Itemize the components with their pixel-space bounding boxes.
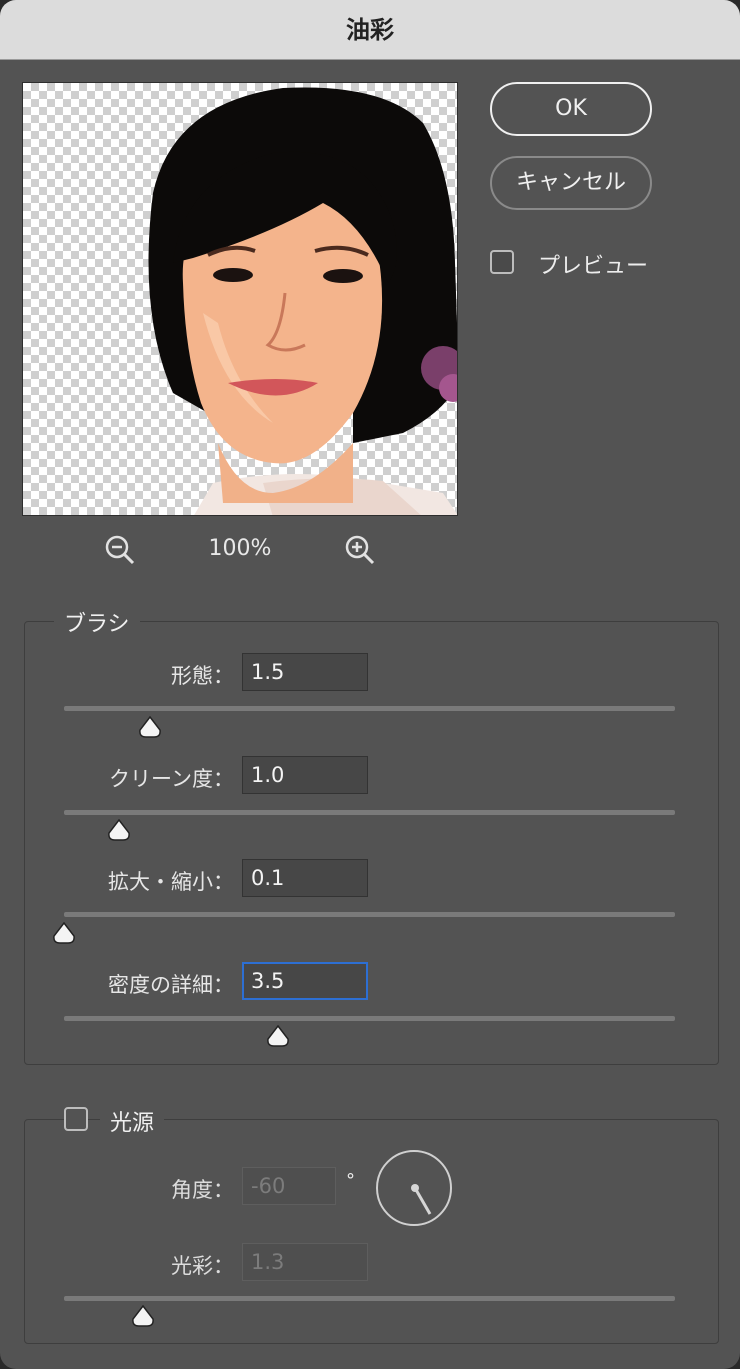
lighting-group bbox=[24, 1119, 719, 1344]
angle-dial-indicator-icon bbox=[411, 1184, 432, 1215]
scale-slider-track[interactable] bbox=[64, 912, 675, 917]
preview-label: プレビュー bbox=[538, 254, 649, 279]
stylization-slider-thumb[interactable] bbox=[138, 716, 162, 738]
angle-dial[interactable] bbox=[376, 1150, 452, 1226]
zoom-in-icon[interactable] bbox=[344, 534, 376, 566]
shine-input[interactable]: 1.3 bbox=[242, 1243, 368, 1281]
ok-button[interactable]: OK bbox=[490, 82, 652, 136]
brush-group-title: ブラシ bbox=[54, 606, 140, 638]
oil-paint-dialog: 油彩 OK キャンセル プレビュー 100% ブラシ 形態： 1.5 クリーン度… bbox=[0, 0, 740, 1369]
cleanliness-slider-track[interactable] bbox=[64, 810, 675, 815]
cancel-button[interactable]: キャンセル bbox=[490, 156, 652, 210]
scale-label: 拡大・縮小： bbox=[108, 870, 234, 894]
angle-input[interactable]: -60 bbox=[242, 1167, 336, 1205]
bristle-detail-slider-thumb[interactable] bbox=[266, 1025, 290, 1047]
bristle-detail-label: 密度の詳細： bbox=[108, 973, 234, 997]
stylization-label: 形態： bbox=[171, 664, 234, 688]
dialog-title: 油彩 bbox=[0, 0, 740, 60]
zoom-level: 100% bbox=[208, 536, 272, 561]
bristle-detail-input[interactable]: 3.5 bbox=[242, 962, 368, 1000]
shine-label: 光彩： bbox=[171, 1254, 234, 1278]
bristle-detail-slider-track[interactable] bbox=[64, 1016, 675, 1021]
cleanliness-label: クリーン度： bbox=[109, 767, 234, 791]
lighting-group-title: 光源 bbox=[100, 1105, 165, 1137]
degree-symbol: ° bbox=[346, 1170, 355, 1191]
cleanliness-input[interactable]: 1.0 bbox=[242, 756, 368, 794]
lighting-checkbox[interactable] bbox=[64, 1107, 88, 1131]
preview-image[interactable] bbox=[22, 82, 458, 516]
shine-slider-thumb[interactable] bbox=[131, 1305, 155, 1327]
stylization-input[interactable]: 1.5 bbox=[242, 653, 368, 691]
angle-label: 角度： bbox=[171, 1178, 234, 1202]
scale-slider-thumb[interactable] bbox=[52, 922, 76, 944]
scale-input[interactable]: 0.1 bbox=[242, 859, 368, 897]
stylization-slider-track[interactable] bbox=[64, 706, 675, 711]
shine-slider-track[interactable] bbox=[64, 1296, 675, 1301]
cleanliness-slider-thumb[interactable] bbox=[107, 819, 131, 841]
portrait-illustration bbox=[148, 87, 457, 515]
preview-checkbox[interactable] bbox=[490, 250, 514, 274]
zoom-out-icon[interactable] bbox=[104, 534, 136, 566]
